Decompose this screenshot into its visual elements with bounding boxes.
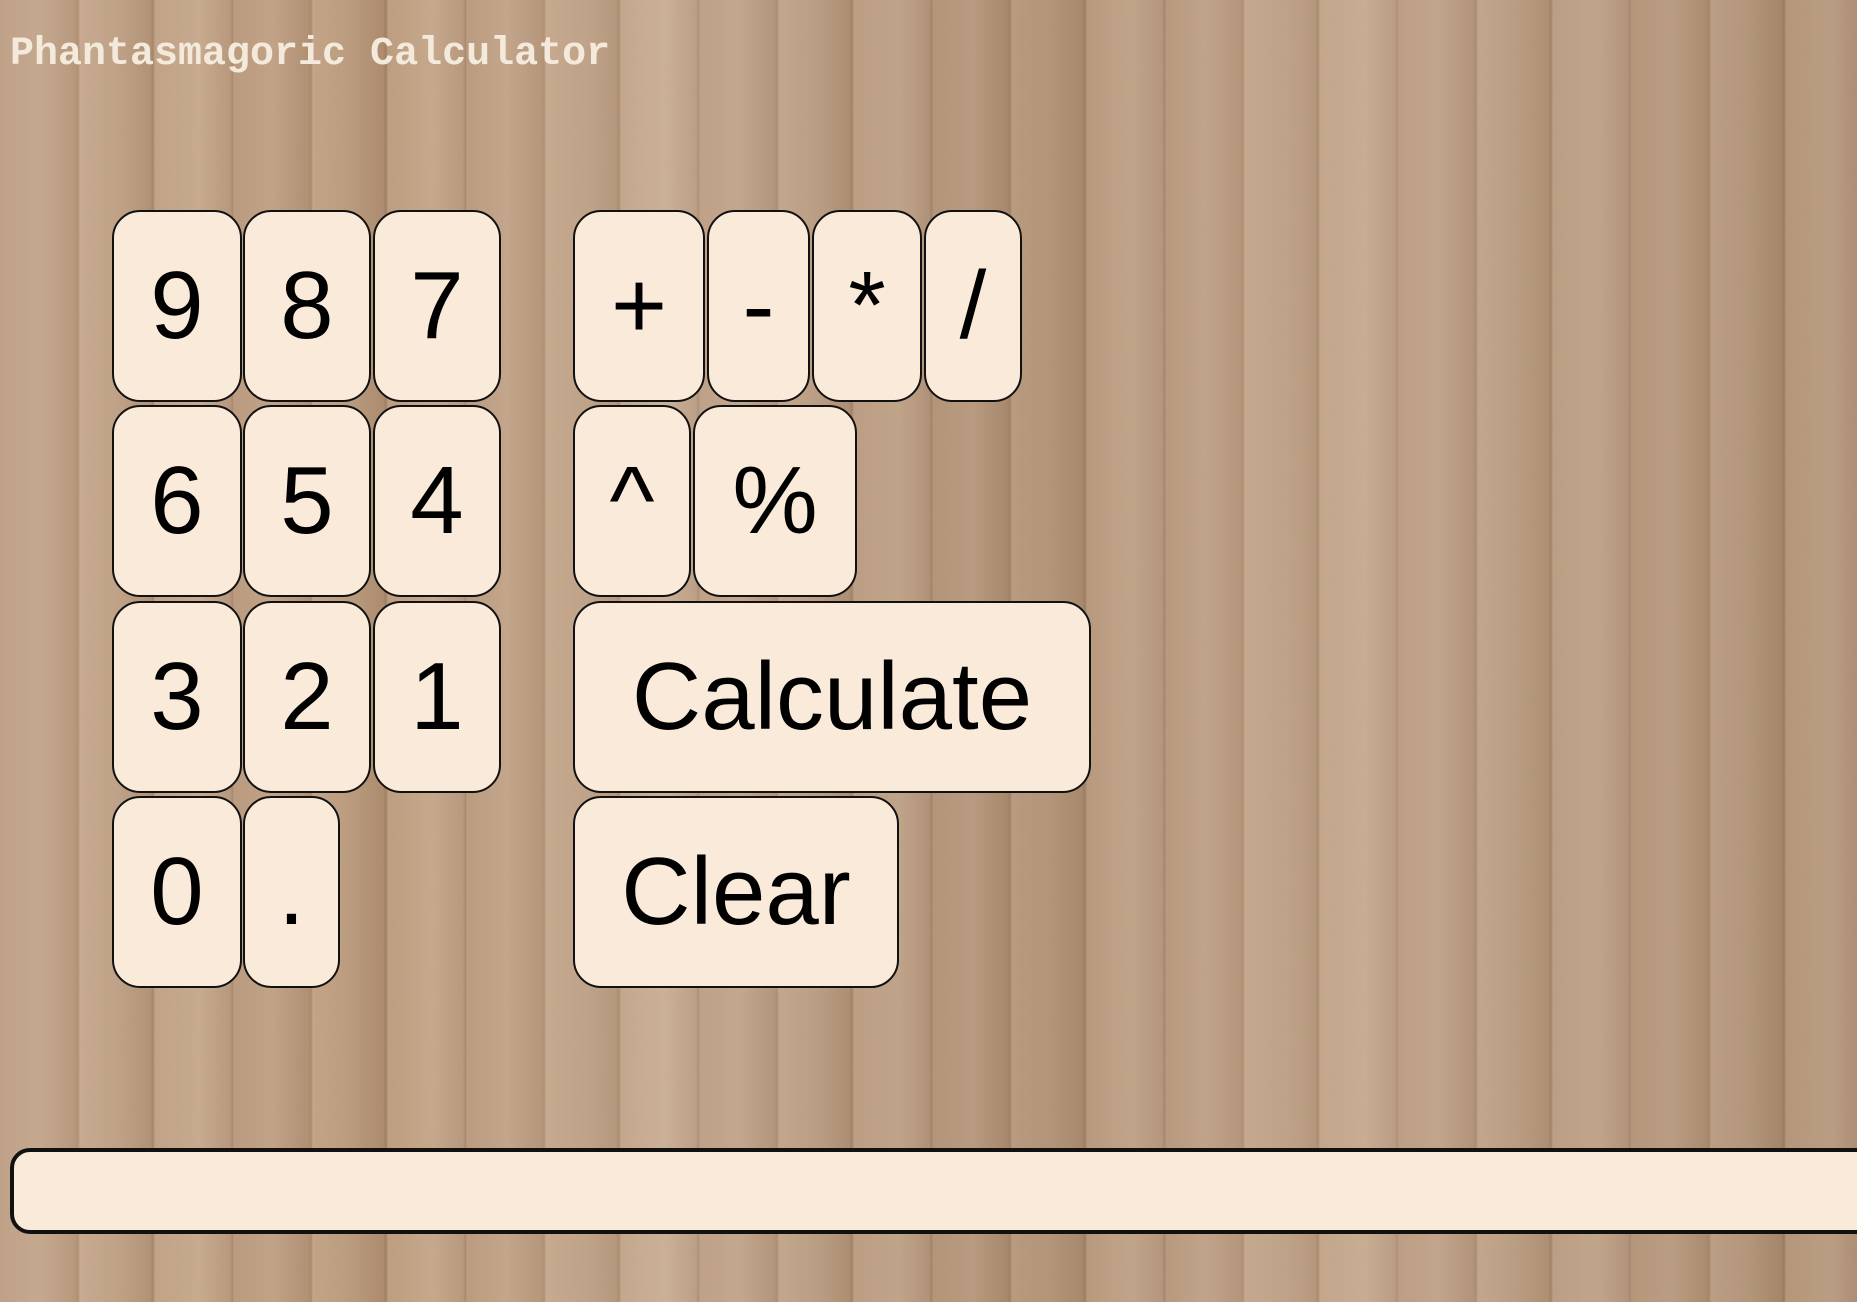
key-percent[interactable]: % — [693, 405, 857, 597]
key-9[interactable]: 9 — [112, 210, 242, 402]
result-display[interactable] — [10, 1148, 1857, 1234]
key-minus[interactable]: - — [707, 210, 810, 402]
key-5[interactable]: 5 — [243, 405, 371, 597]
key-6[interactable]: 6 — [112, 405, 242, 597]
key-plus[interactable]: + — [573, 210, 705, 402]
key-dot[interactable]: . — [243, 796, 340, 988]
key-3[interactable]: 3 — [112, 601, 242, 793]
calculate-button[interactable]: Calculate — [573, 601, 1091, 793]
key-0[interactable]: 0 — [112, 796, 242, 988]
key-2[interactable]: 2 — [243, 601, 371, 793]
key-multiply[interactable]: * — [812, 210, 922, 402]
clear-button[interactable]: Clear — [573, 796, 899, 988]
app-title: Phantasmagoric Calculator — [10, 32, 611, 77]
key-8[interactable]: 8 — [243, 210, 371, 402]
key-divide[interactable]: / — [924, 210, 1022, 402]
key-7[interactable]: 7 — [373, 210, 501, 402]
key-1[interactable]: 1 — [373, 601, 501, 793]
key-power[interactable]: ^ — [573, 405, 691, 597]
key-4[interactable]: 4 — [373, 405, 501, 597]
